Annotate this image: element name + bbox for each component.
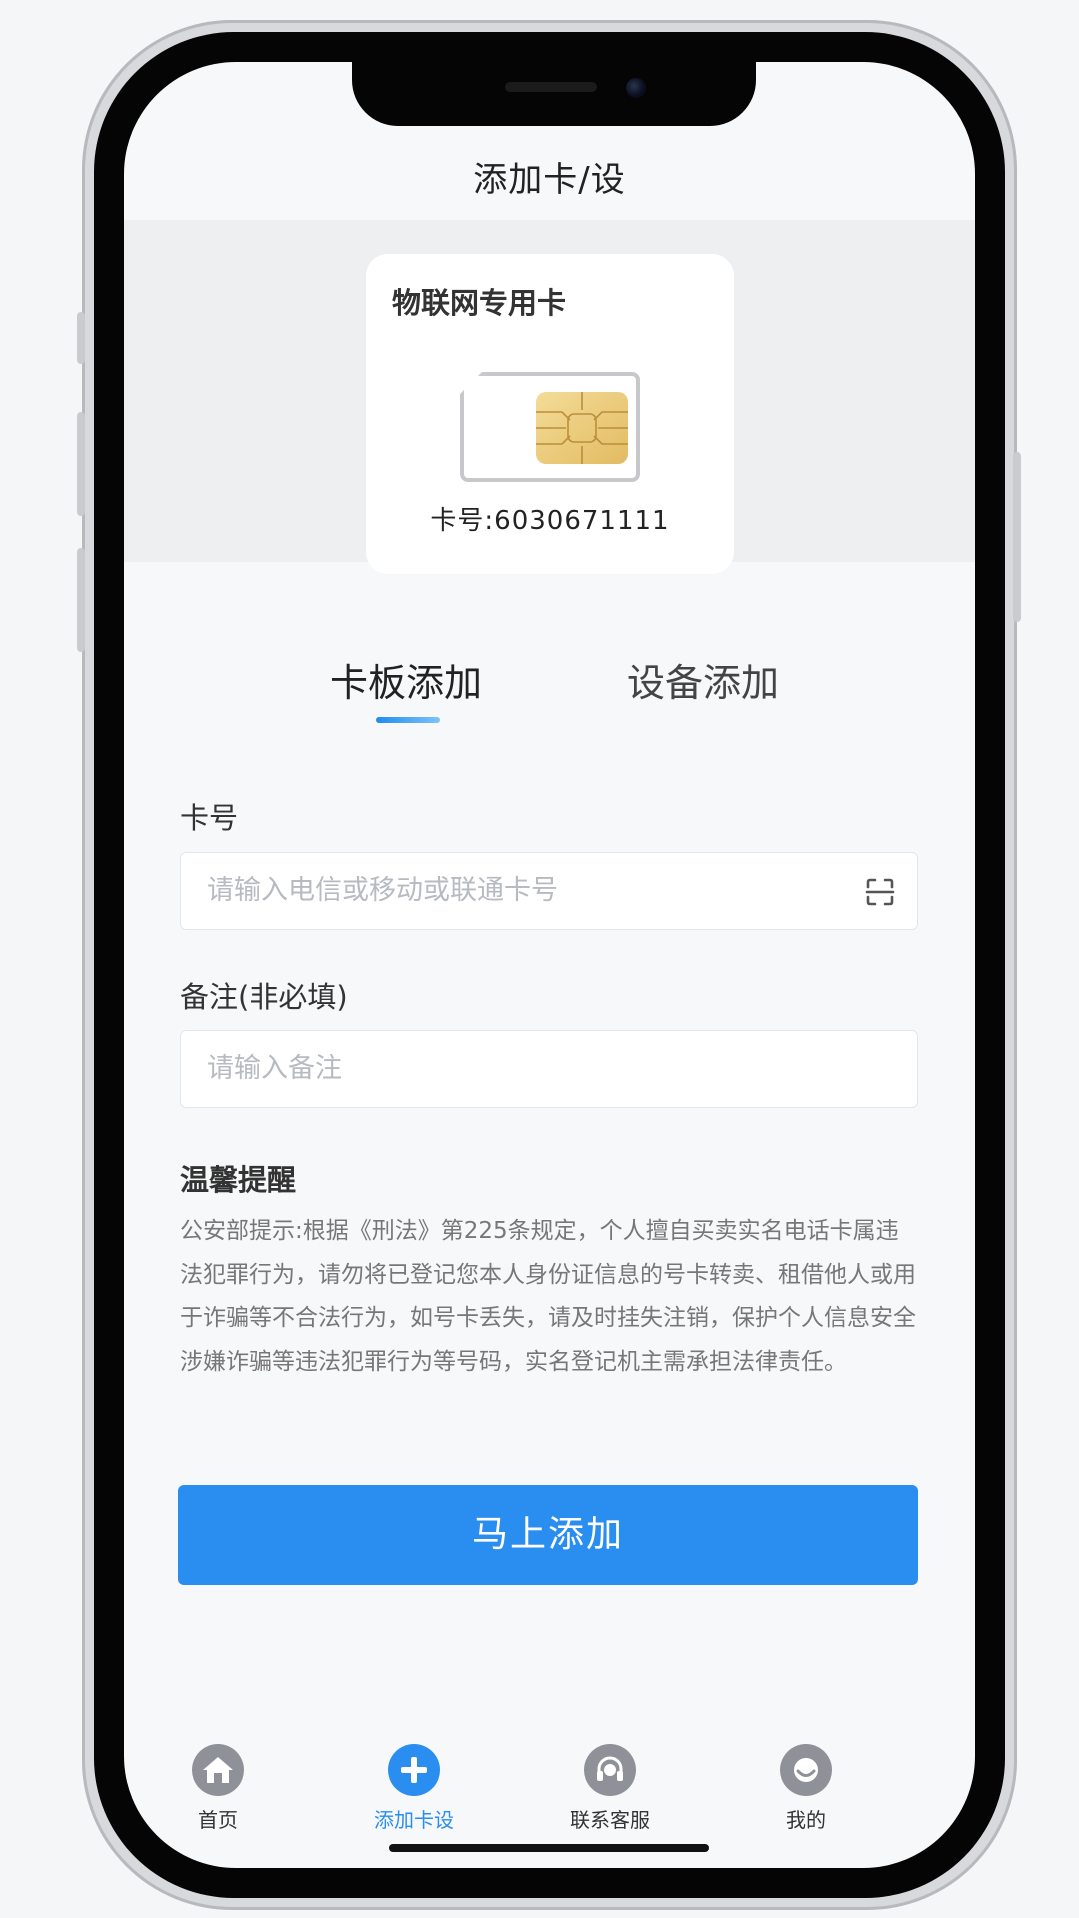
tips-title: 温馨提醒 (180, 1163, 297, 1197)
remark-field (180, 1030, 918, 1108)
tabbar-label-add: 添加卡设 (374, 1808, 454, 1832)
sim-card-number: 卡号:6030671111 (430, 506, 670, 536)
phone-notch (352, 62, 756, 126)
add-mode-tabs: 卡板添加 设备添加 (124, 652, 975, 732)
profile-icon (780, 1744, 832, 1796)
card-number-field (180, 852, 918, 930)
tabbar-label-profile: 我的 (786, 1808, 826, 1832)
volume-down-button (77, 548, 85, 652)
remark-input[interactable] (207, 1031, 847, 1106)
app-screen: 添加卡/设 物联网专用卡 卡号:6030671111 卡板添加 设备添加 卡号 … (124, 62, 975, 1868)
tabbar-item-support[interactable]: 联系客服 (545, 1744, 675, 1833)
volume-up-button (77, 412, 85, 516)
page-title: 添加卡/设 (473, 160, 626, 200)
sim-card-preview: 物联网专用卡 卡号:6030671111 (366, 254, 734, 574)
power-button (1013, 452, 1021, 622)
tips-body: 公安部提示:根据《刑法》第225条规定，个人擅自买卖实名电话卡属违法犯罪行为，请… (180, 1218, 916, 1375)
tabbar-label-home: 首页 (198, 1808, 238, 1832)
tabbar-item-home[interactable]: 首页 (153, 1744, 283, 1833)
home-icon (192, 1744, 244, 1796)
tab-card-add[interactable]: 卡板添加 (330, 652, 482, 707)
card-number-label: 卡号 (180, 801, 239, 835)
tabbar-label-support: 联系客服 (570, 1808, 650, 1832)
active-tab-indicator (376, 717, 440, 723)
mute-switch (77, 312, 85, 364)
sim-chip-icon (536, 392, 628, 464)
add-now-button[interactable]: 马上添加 (178, 1485, 918, 1585)
scan-icon[interactable] (865, 877, 895, 907)
plus-icon (388, 1744, 440, 1796)
tabbar-item-profile[interactable]: 我的 (741, 1744, 871, 1833)
sim-card-title: 物联网专用卡 (392, 286, 567, 320)
front-camera (626, 78, 646, 98)
card-number-input[interactable] (207, 853, 847, 928)
bottom-tab-bar: 首页 添加卡设 联系客服 我的 (124, 1744, 975, 1854)
home-indicator (389, 1844, 709, 1852)
card-preview-area: 物联网专用卡 卡号:6030671111 (124, 220, 975, 574)
tab-device-add[interactable]: 设备添加 (627, 652, 779, 707)
earpiece-speaker (505, 82, 597, 92)
remark-label: 备注(非必填) (180, 980, 348, 1014)
headset-icon (584, 1744, 636, 1796)
tabbar-item-add[interactable]: 添加卡设 (349, 1744, 479, 1833)
